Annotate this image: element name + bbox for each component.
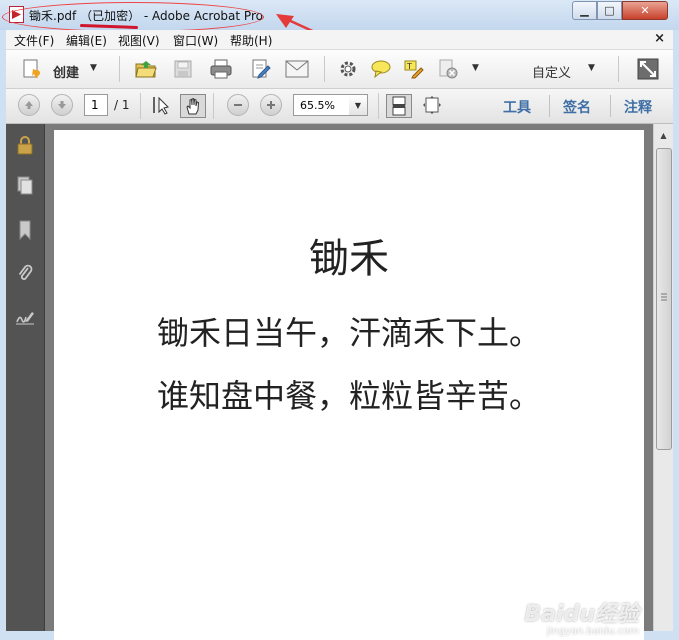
next-page-button[interactable]: [51, 94, 73, 116]
comment-bubble-icon[interactable]: [369, 58, 393, 80]
vertical-scrollbar[interactable]: ▲: [653, 124, 673, 631]
baidu-watermark-url: jingyan.baidu.com: [546, 626, 639, 637]
menu-file[interactable]: 文件(F): [14, 32, 54, 49]
document-title: 锄禾: [309, 236, 389, 282]
highlight-text-icon[interactable]: T: [402, 58, 426, 80]
customize-label[interactable]: 自定义: [532, 62, 571, 81]
minimize-button[interactable]: ▁: [572, 1, 597, 20]
remove-document-icon[interactable]: [436, 58, 460, 80]
menu-window[interactable]: 窗口(W): [173, 32, 218, 49]
menu-help[interactable]: 帮助(H): [230, 32, 272, 49]
zoom-level-input[interactable]: 65.5%: [293, 94, 350, 116]
toolbar-separator: [213, 93, 214, 119]
print-icon[interactable]: [209, 58, 233, 80]
open-folder-icon[interactable]: [134, 58, 158, 80]
save-icon[interactable]: [171, 58, 195, 80]
sign-pane-button[interactable]: 签名: [563, 97, 591, 117]
page-number-input[interactable]: 1: [84, 94, 108, 116]
edit-document-icon[interactable]: [249, 58, 273, 80]
bookmark-icon[interactable]: [14, 219, 36, 241]
maximize-button[interactable]: □: [597, 1, 622, 20]
grip-icon: [661, 293, 667, 301]
plus-icon: [267, 101, 275, 109]
page-total: / 1: [114, 98, 130, 112]
gear-icon[interactable]: [336, 58, 360, 80]
create-button[interactable]: 创建: [53, 62, 79, 81]
zoom-dropdown-button[interactable]: ▼: [349, 94, 368, 116]
zoom-out-button[interactable]: [227, 94, 249, 116]
fullscreen-icon[interactable]: [636, 58, 660, 80]
email-icon[interactable]: [285, 58, 309, 80]
close-window-button[interactable]: ✕: [622, 1, 668, 20]
baidu-watermark: Baidu经验: [524, 602, 639, 627]
comment-pane-button[interactable]: 注释: [624, 97, 652, 117]
document-line-2: 谁知盘中餐，粒粒皆辛苦。: [156, 377, 541, 415]
main-toolbar: 创建 ▼ T ▼ 自定义 ▼: [6, 50, 673, 89]
close-document-button[interactable]: ×: [654, 31, 665, 46]
navigation-toolbar: 1 / 1 65.5% ▼ 工具 签名 注释: [6, 89, 673, 124]
pane-separator: [549, 95, 550, 117]
toolbar-separator: [119, 56, 120, 82]
more-tools-dropdown-icon[interactable]: ▼: [472, 63, 479, 73]
scroll-up-arrow-icon[interactable]: ▲: [654, 127, 673, 143]
create-dropdown-icon[interactable]: ▼: [90, 63, 97, 73]
toolbar-separator: [324, 56, 325, 82]
navigation-panel: [6, 124, 45, 631]
hand-tool-icon[interactable]: [180, 94, 206, 118]
document-viewport[interactable]: 锄禾 锄禾日当午，汗滴禾下土。 谁知盘中餐，粒粒皆辛苦。: [45, 124, 653, 640]
toolbar-separator: [618, 56, 619, 82]
pdf-page: 锄禾 锄禾日当午，汗滴禾下土。 谁知盘中餐，粒粒皆辛苦。: [54, 130, 644, 640]
pane-separator: [610, 95, 611, 117]
attachment-paperclip-icon[interactable]: [14, 262, 36, 284]
page-thumbnails-icon[interactable]: [14, 175, 36, 197]
minus-icon: [234, 104, 242, 106]
toolbar-separator: [378, 93, 379, 119]
menu-edit[interactable]: 编辑(E): [66, 32, 107, 49]
menu-view[interactable]: 视图(V): [118, 32, 160, 49]
create-pdf-icon[interactable]: [20, 58, 44, 80]
customize-dropdown-icon[interactable]: ▼: [588, 63, 595, 73]
previous-page-button[interactable]: [18, 94, 40, 116]
lock-icon[interactable]: [14, 134, 36, 156]
tools-pane-button[interactable]: 工具: [503, 97, 531, 117]
scrolling-mode-icon[interactable]: [386, 94, 412, 118]
select-cursor-icon[interactable]: [149, 94, 173, 116]
scrollbar-thumb[interactable]: [656, 148, 672, 450]
document-line-1: 锄禾日当午，汗滴禾下土。: [156, 314, 541, 352]
svg-text:T: T: [406, 62, 412, 71]
fit-page-icon[interactable]: [420, 94, 444, 116]
menu-bar: 文件(F) 编辑(E) 视图(V) 窗口(W) 帮助(H) ×: [6, 30, 673, 50]
arrow-down-icon: [58, 101, 66, 109]
zoom-in-button[interactable]: [260, 94, 282, 116]
arrow-up-icon: [25, 101, 33, 109]
toolbar-separator: [140, 93, 141, 119]
signature-icon[interactable]: [14, 306, 36, 328]
